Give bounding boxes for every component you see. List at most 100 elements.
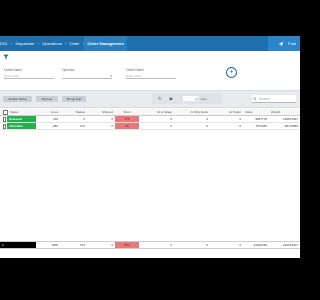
ni-to-stage-cell: 0	[170, 124, 172, 128]
shipped-cell: 0	[111, 124, 113, 128]
interval-input[interactable]: 0	[183, 96, 199, 101]
operator-filter: Operator ▾	[62, 68, 112, 79]
totals-tasked-cell: 272	[79, 243, 85, 247]
shipped-header[interactable]: Shipped	[85, 109, 113, 115]
outlet-name-2-placeholder: Enter value	[126, 73, 142, 78]
totals-weight-cell: 234154407	[282, 243, 298, 247]
refresh-icon[interactable]: ↻	[158, 96, 162, 102]
weight-cell: 198874407	[282, 117, 298, 121]
merge-sub-button[interactable]: Merge Sub	[62, 96, 86, 102]
short-cell: 776	[115, 116, 139, 122]
search-input[interactable]: Search	[252, 95, 296, 103]
weight-header[interactable]: Weight	[267, 109, 298, 115]
status-cell: Released	[7, 116, 36, 122]
status-cell: Allocated	[7, 123, 36, 129]
page-title: Order Management	[87, 41, 124, 46]
totals-short-cell: 804	[115, 242, 139, 248]
tasked-cell: 272	[79, 124, 85, 128]
outlet-name-filter: Outlet Name Enter value	[4, 68, 54, 79]
totals-count-cell: 2	[0, 242, 36, 248]
breadcrumb-order[interactable]: Order	[67, 36, 83, 51]
status-header[interactable]: Status	[10, 110, 19, 114]
tasked-cell: 0	[83, 117, 85, 121]
breadcrumb-order-management: Order Management	[84, 36, 127, 51]
main-content: Outlet Name Enter value Operator ▾ Outle…	[0, 51, 300, 258]
select-all-checkbox[interactable]	[3, 109, 8, 115]
post-button-label: Post	[287, 41, 296, 46]
breadcrumb-dispatcher-label: Dispatcher	[15, 41, 35, 46]
totals-shipped-cell: 0	[111, 243, 113, 247]
totals-value-cell: 24932199	[253, 243, 267, 247]
breadcrumb-root[interactable]: DS1	[0, 36, 11, 51]
filter-panel: Outlet Name Enter value Operator ▾ Outle…	[4, 68, 300, 88]
refresh-player: ↻ ▶ 0 mins	[152, 93, 222, 104]
merge-sub-label: Merge Sub	[66, 97, 82, 101]
table-row[interactable]: Released 720 0 0 776 0 0 0 9867778 19887…	[0, 116, 300, 123]
update-status-button[interactable]: Update Status	[3, 96, 32, 102]
interval-value: 0	[195, 96, 198, 101]
ni-to-stage-cell: 0	[170, 117, 172, 121]
totals-ni-to-stage-cell: 0	[170, 243, 172, 247]
top-bar: DS1 › Dispatcher › Operations › Order › …	[0, 36, 300, 51]
post-button[interactable]: Post	[267, 36, 300, 51]
totals-lines-cell: 1006	[51, 243, 58, 247]
outlet-name-2-input[interactable]: Enter value	[126, 73, 176, 79]
outlet-name-filter-2: Outlet Name Enter value	[126, 68, 176, 79]
breadcrumb-root-label: DS1	[0, 41, 8, 46]
breadcrumb-dispatcher[interactable]: Dispatcher	[12, 36, 37, 51]
outlet-name-input[interactable]: Enter value	[4, 73, 54, 79]
row-checkbox[interactable]	[3, 116, 6, 122]
value-cell: 7575483	[255, 124, 267, 128]
action-toolbar: Update Status Allocate Merge Sub ↻ ▶ 0 m…	[0, 90, 300, 108]
table-header: Status Lines Tasked Shipped Short Ni to …	[0, 109, 300, 116]
outlet-name-2-label: Outlet Name	[126, 68, 144, 72]
search-placeholder: Search	[259, 96, 270, 101]
chevron-down-icon: ▾	[110, 73, 112, 78]
totals-row: 2 1006 272 0 804 0 0 0 24932199 23415440…	[0, 241, 300, 249]
topbar-actions: Post	[267, 36, 300, 51]
at-trailer-header[interactable]: At Trailer	[208, 109, 241, 115]
search-icon	[253, 96, 257, 101]
outlet-name-label: Outlet Name	[4, 68, 22, 72]
weight-cell: 98715083	[284, 124, 298, 128]
operator-select[interactable]: ▾	[62, 73, 112, 79]
lines-cell: 720	[52, 117, 58, 121]
plus-icon: +	[229, 69, 234, 76]
breadcrumb-operations-label: Operations	[42, 41, 62, 46]
table-row[interactable]: Allocated 286 272 0 28 0 0 0 7575483 987…	[0, 123, 300, 130]
row-checkbox[interactable]	[3, 123, 6, 129]
at-ship-dock-cell: 0	[206, 124, 208, 128]
add-filter-button[interactable]: +	[226, 67, 237, 78]
breadcrumb-operations[interactable]: Operations	[39, 36, 65, 51]
allocate-button[interactable]: Allocate	[36, 96, 58, 102]
short-cell: 28	[115, 123, 139, 129]
select-all-header: Status	[0, 109, 36, 115]
allocate-label: Allocate	[41, 97, 53, 101]
operator-label: Operator	[62, 68, 75, 72]
outlet-name-placeholder: Enter value	[4, 73, 20, 78]
ni-to-stage-header[interactable]: Ni to Stage	[139, 109, 172, 115]
value-header[interactable]: Value	[241, 109, 267, 115]
app-window: DS1 › Dispatcher › Operations › Order › …	[0, 36, 300, 258]
breadcrumb-order-label: Order	[69, 41, 80, 46]
shipped-cell: 0	[111, 117, 113, 121]
tasked-header[interactable]: Tasked	[58, 109, 85, 115]
at-ship-dock-cell: 0	[206, 117, 208, 121]
row-checkbox-cell	[0, 116, 6, 122]
orders-table: Status Lines Tasked Shipped Short Ni to …	[0, 109, 300, 130]
at-trailer-cell: 0	[239, 124, 241, 128]
lines-header[interactable]: Lines	[36, 109, 58, 115]
totals-at-ship-dock-cell: 0	[206, 243, 208, 247]
filter-icon[interactable]	[3, 54, 9, 60]
totals-at-trailer-cell: 0	[239, 243, 241, 247]
update-status-label: Update Status	[7, 97, 27, 101]
send-icon	[278, 41, 284, 46]
short-header[interactable]: Short	[115, 109, 139, 115]
value-cell: 9867778	[255, 117, 267, 121]
row-checkbox-cell	[0, 123, 6, 129]
at-ship-dock-header[interactable]: At Ship Dock	[172, 109, 208, 115]
at-trailer-cell: 0	[239, 117, 241, 121]
play-icon[interactable]: ▶	[170, 96, 173, 102]
lines-cell: 286	[52, 124, 58, 128]
interval-unit: mins	[200, 96, 207, 101]
